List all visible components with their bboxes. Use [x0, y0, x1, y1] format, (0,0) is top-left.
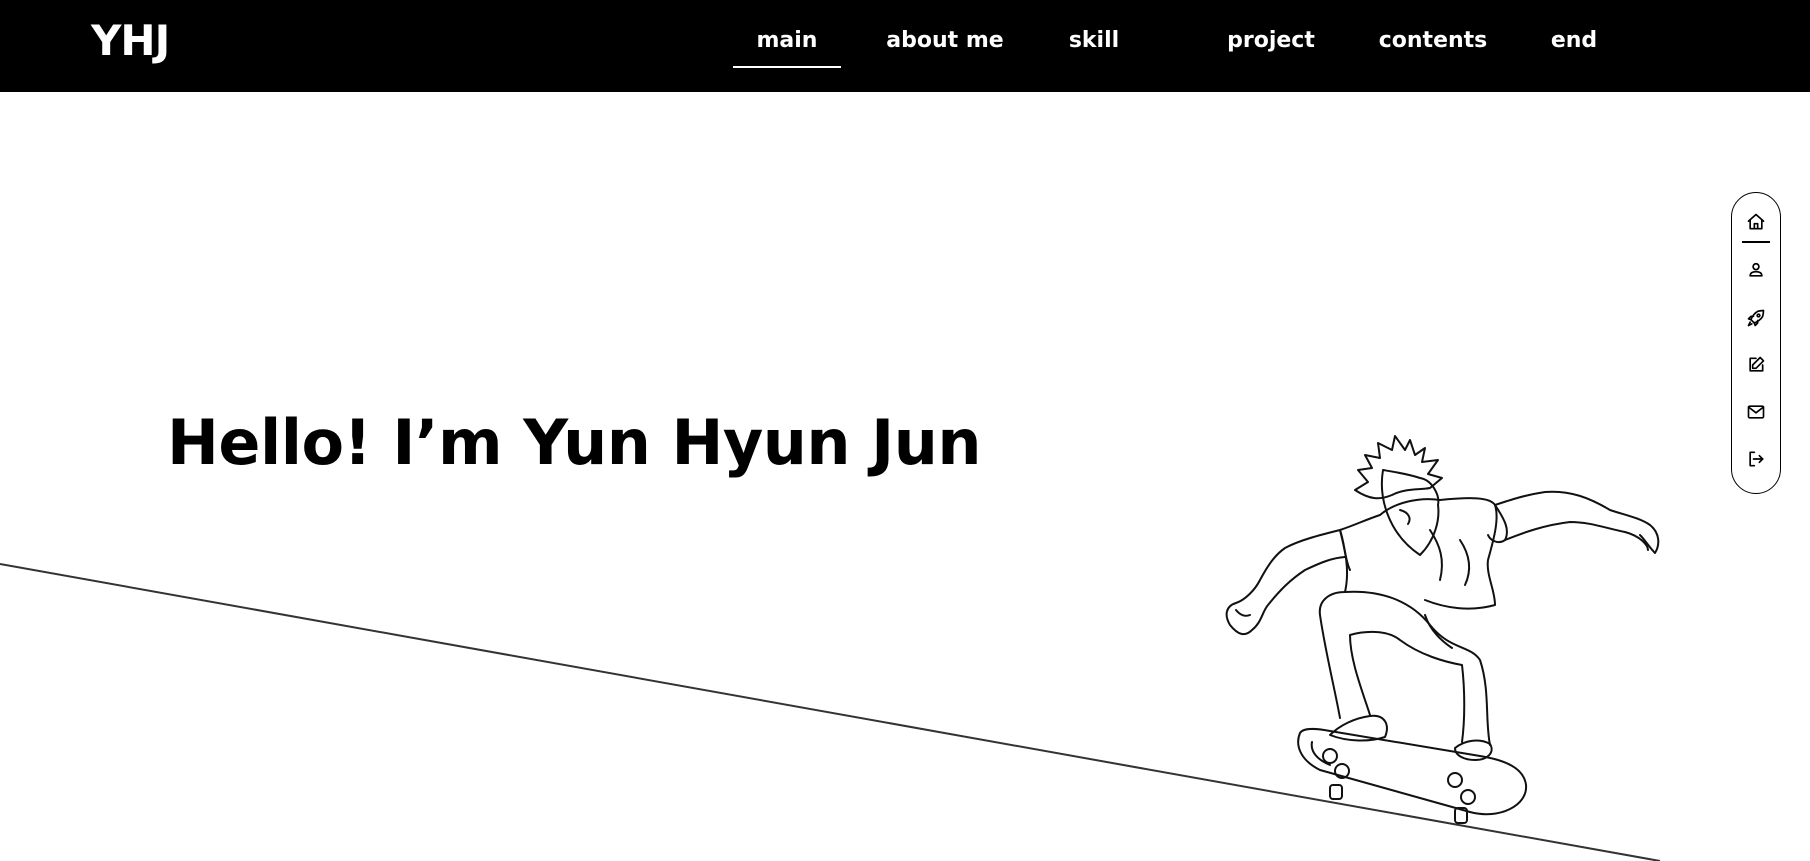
- skateboarder-drawing: [1225, 435, 1660, 824]
- home-icon: [1747, 213, 1765, 230]
- slope-line: [0, 563, 1661, 861]
- top-navigation-bar: YHJ main about me skill project contents…: [0, 0, 1810, 92]
- logout-icon: [1749, 451, 1764, 467]
- nav-item-skill[interactable]: skill: [1062, 24, 1126, 68]
- user-icon: [1749, 262, 1763, 277]
- rocket-icon: [1747, 309, 1765, 327]
- active-indicator: [1742, 241, 1770, 243]
- nav-item-about-me[interactable]: about me: [883, 24, 1007, 68]
- nav-item-end[interactable]: end: [1548, 24, 1600, 68]
- side-home-button[interactable]: [1742, 208, 1770, 236]
- nav-item-project[interactable]: project: [1217, 24, 1325, 68]
- edit-icon: [1749, 356, 1765, 372]
- side-project-button[interactable]: [1742, 351, 1770, 379]
- side-about-button[interactable]: [1742, 256, 1770, 284]
- side-quick-nav: [1731, 192, 1781, 494]
- nav-item-main[interactable]: main: [733, 24, 841, 68]
- page: YHJ main about me skill project contents…: [0, 0, 1810, 861]
- side-end-button[interactable]: [1742, 445, 1770, 473]
- side-contact-button[interactable]: [1742, 398, 1770, 426]
- nav-item-contents[interactable]: contents: [1370, 24, 1496, 68]
- side-skill-button[interactable]: [1742, 304, 1770, 332]
- site-logo[interactable]: YHJ: [91, 14, 170, 68]
- hero-title: Hello! I’m Yun Hyun Jun: [167, 406, 981, 479]
- mail-icon: [1747, 405, 1765, 419]
